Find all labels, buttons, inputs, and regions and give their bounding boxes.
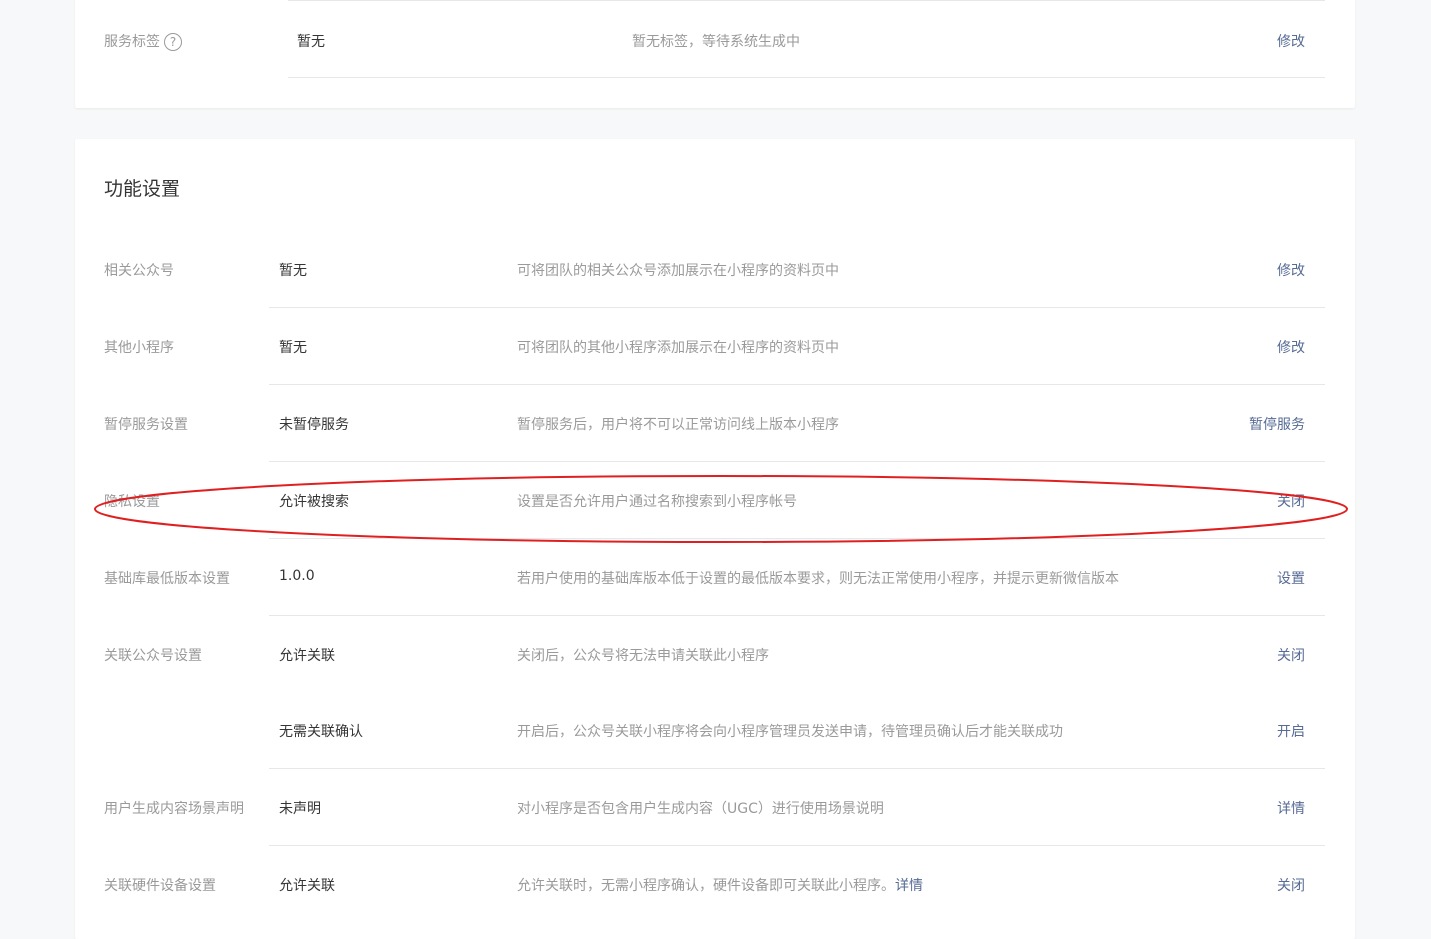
- row-other-mp-label: 其他小程序: [104, 340, 174, 356]
- divider: [269, 615, 1325, 616]
- row-link-oa-label: 关联公众号设置: [104, 648, 202, 664]
- row-privacy-label: 隐私设置: [104, 494, 160, 510]
- row-pause-service-desc: 暂停服务后，用户将不可以正常访问线上版本小程序: [517, 417, 839, 433]
- row-pause-service-value: 未暂停服务: [279, 417, 349, 433]
- row-hardware-details-link[interactable]: 详情: [895, 878, 923, 894]
- help-question-icon[interactable]: ?: [164, 33, 182, 51]
- divider: [269, 768, 1325, 769]
- row-privacy-desc: 设置是否允许用户通过名称搜索到小程序帐号: [517, 494, 797, 510]
- row-related-oa-modify-link[interactable]: 修改: [1277, 260, 1305, 280]
- row-min-lib-version-label: 基础库最低版本设置: [104, 571, 230, 587]
- row-link-oa-close-link[interactable]: 关闭: [1277, 645, 1305, 665]
- row-other-mp-desc: 可将团队的其他小程序添加展示在小程序的资料页中: [517, 340, 839, 356]
- row-pause-service-button[interactable]: 暂停服务: [1249, 414, 1305, 434]
- row-ugc-value: 未声明: [279, 801, 321, 817]
- row-hardware-close-link[interactable]: 关闭: [1277, 875, 1305, 895]
- service-tags-value: 暂无: [297, 34, 325, 50]
- row-ugc-details-link[interactable]: 详情: [1277, 798, 1305, 818]
- service-tags-card: 服务标签? 暂无 暂无标签，等待系统生成中 修改: [75, 0, 1355, 108]
- divider: [269, 384, 1325, 385]
- row-hardware-value: 允许关联: [279, 878, 335, 894]
- divider: [288, 0, 1325, 1]
- row-link-confirm-desc: 开启后，公众号关联小程序将会向小程序管理员发送申请，待管理员确认后才能关联成功: [517, 724, 1063, 740]
- row-related-oa-label: 相关公众号: [104, 263, 174, 279]
- row-link-confirm-value: 无需关联确认: [279, 724, 363, 740]
- row-privacy-close-link[interactable]: 关闭: [1277, 491, 1305, 511]
- row-min-lib-version-set-link[interactable]: 设置: [1277, 568, 1305, 588]
- section-title: 功能设置: [104, 178, 181, 200]
- row-link-oa-desc: 关闭后，公众号将无法申请关联此小程序: [517, 648, 769, 664]
- divider: [269, 461, 1325, 462]
- row-min-lib-version-desc: 若用户使用的基础库版本低于设置的最低版本要求，则无法正常使用小程序，并提示更新微…: [517, 571, 1119, 587]
- row-other-mp-modify-link[interactable]: 修改: [1277, 337, 1305, 357]
- row-privacy-value: 允许被搜索: [279, 494, 349, 510]
- row-related-oa-value: 暂无: [279, 263, 307, 279]
- divider: [269, 845, 1325, 846]
- row-other-mp-value: 暂无: [279, 340, 307, 356]
- row-ugc-desc: 对小程序是否包含用户生成内容（UGC）进行使用场景说明: [517, 801, 884, 817]
- row-hardware-desc: 允许关联时，无需小程序确认，硬件设备即可关联此小程序。详情: [517, 878, 923, 894]
- row-min-lib-version-value: 1.0.0: [279, 568, 315, 584]
- divider: [288, 77, 1325, 78]
- divider: [269, 538, 1325, 539]
- row-ugc-label: 用户生成内容场景声明: [104, 801, 244, 817]
- row-related-oa-desc: 可将团队的相关公众号添加展示在小程序的资料页中: [517, 263, 839, 279]
- service-tags-desc: 暂无标签，等待系统生成中: [632, 34, 800, 50]
- service-tags-label: 服务标签?: [104, 31, 182, 51]
- row-hardware-label: 关联硬件设备设置: [104, 878, 216, 894]
- divider: [269, 307, 1325, 308]
- row-link-confirm-enable-link[interactable]: 开启: [1277, 721, 1305, 741]
- row-pause-service-label: 暂停服务设置: [104, 417, 188, 433]
- service-tags-modify-link[interactable]: 修改: [1277, 31, 1305, 51]
- row-link-oa-value: 允许关联: [279, 648, 335, 664]
- feature-settings-card: 功能设置 相关公众号 暂无 可将团队的相关公众号添加展示在小程序的资料页中 修改…: [75, 139, 1355, 939]
